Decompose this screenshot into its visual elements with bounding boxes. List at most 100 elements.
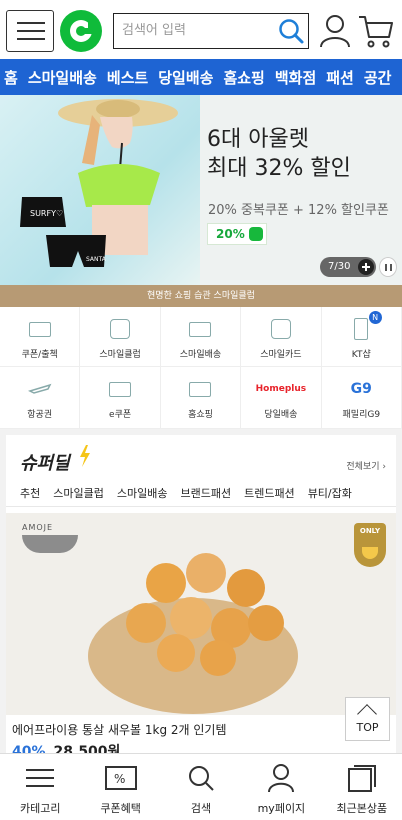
user-icon[interactable] xyxy=(318,13,352,49)
pause-icon[interactable] xyxy=(379,257,397,277)
bottom-tab-bar: 카테고리 % 쿠폰혜택 검색 my페이지 최근본상품 xyxy=(0,753,402,820)
shortcut-coupon[interactable]: 쿠폰/출첵 xyxy=(0,307,81,367)
shortcut-smileclub[interactable]: 스마일클럽 xyxy=(80,307,161,367)
nav-item-smile-delivery[interactable]: 스마일배송 xyxy=(28,67,97,88)
shortcut-ecoupon[interactable]: e쿠폰 xyxy=(80,367,161,429)
tab-brand-fashion[interactable]: 브랜드패션 xyxy=(180,485,231,501)
discount-badge-label: 20% xyxy=(216,227,245,241)
shortcut-label: 당일배송 xyxy=(264,410,298,420)
top-label: TOP xyxy=(356,721,379,734)
shortcut-kt-shop[interactable]: N KT샵 xyxy=(321,307,402,367)
shortcut-grid: 쿠폰/출첵 스마일클럽 스마일배송 스마일카드 N KT샵 항공권 e쿠폰 홈쇼… xyxy=(0,307,402,429)
airplane-icon xyxy=(27,378,53,400)
pager-count: 7/30 xyxy=(328,261,351,272)
nav-item-home[interactable]: 홈 xyxy=(4,67,18,88)
shortcut-airline[interactable]: 항공권 xyxy=(0,367,81,429)
plus-icon[interactable] xyxy=(358,259,374,275)
delivery-icon xyxy=(187,318,213,340)
bottom-tab-coupon[interactable]: % 쿠폰혜택 xyxy=(80,754,160,820)
card-icon xyxy=(268,318,294,340)
bottom-tab-label: 카테고리 xyxy=(19,802,61,815)
shortcut-label: 홈쇼핑 xyxy=(188,410,213,420)
bottom-tab-search[interactable]: 검색 xyxy=(161,754,241,820)
ecoupon-icon xyxy=(107,378,133,400)
tab-beauty[interactable]: 뷰티/잡화 xyxy=(308,485,352,501)
banner-pager[interactable]: 7/30 xyxy=(320,257,376,277)
shortcut-label: e쿠폰 xyxy=(109,410,132,420)
shirt-text: SURFY♡ xyxy=(30,209,63,218)
shortcut-label: 쿠폰/출첵 xyxy=(21,350,58,360)
bottom-tab-mypage[interactable]: my페이지 xyxy=(241,754,321,820)
tab-smile-delivery[interactable]: 스마일배송 xyxy=(117,485,168,501)
nav-item-department[interactable]: 백화점 xyxy=(275,67,316,88)
shortcut-label: KT샵 xyxy=(351,350,371,360)
superdeal-section: 슈퍼딜 전체보기 › 추천 스마일클럽 스마일배송 브랜드패션 트렌드패션 뷰티… xyxy=(6,435,396,760)
product-image[interactable]: AMOJE ONLY xyxy=(6,513,396,715)
shortcut-label: 항공권 xyxy=(27,410,53,420)
bottom-tab-label: my페이지 xyxy=(257,802,306,815)
shortcut-smile-delivery[interactable]: 스마일배송 xyxy=(160,307,242,367)
coupon-icon xyxy=(249,227,263,241)
banner-title-line2: 최대 32% 할인 xyxy=(207,156,351,181)
promo-banner[interactable]: SURFY♡ SANTA 6대 아울렛 최대 32% 할인 20% 중복쿠폰 +… xyxy=(0,95,402,285)
scroll-top-button[interactable]: TOP xyxy=(345,697,390,741)
bolt-icon xyxy=(80,445,90,467)
cart-icon[interactable] xyxy=(357,13,395,49)
bottom-tab-label: 검색 xyxy=(190,802,212,815)
nav-item-fashion[interactable]: 패션 xyxy=(326,67,354,88)
tab-recommend[interactable]: 추천 xyxy=(20,485,40,501)
shortcut-smile-card[interactable]: 스마일카드 xyxy=(241,307,322,367)
shortcut-label: 스마일배송 xyxy=(179,350,222,360)
shortcut-home-shopping[interactable]: 홈쇼핑 xyxy=(160,367,242,429)
brand-logo: AMOJE xyxy=(22,523,54,532)
shortcut-label: 스마일카드 xyxy=(260,350,302,360)
svg-text:%: % xyxy=(114,772,125,786)
search-icon xyxy=(188,766,214,791)
product-title[interactable]: 에어프라이용 통살 새우볼 1kg 2개 인기템 xyxy=(12,721,227,738)
homeplus-icon: Homeplus xyxy=(256,378,307,400)
nav-item-home-shopping[interactable]: 홈쇼핑 xyxy=(223,67,264,88)
discount-badge: 20% xyxy=(207,223,267,245)
search-icon[interactable] xyxy=(277,17,305,45)
shorts-text: SANTA xyxy=(86,256,107,263)
menu-icon[interactable] xyxy=(6,10,54,52)
main-nav: 홈 스마일배송 베스트 당일배송 홈쇼핑 백화점 패션 공간 xyxy=(0,59,402,95)
smile-club-strip[interactable]: 현명한 쇼핑 습관 스마일클럽 xyxy=(0,285,402,307)
smileclub-icon xyxy=(107,318,133,340)
banner-title-line1: 6대 아울렛 xyxy=(207,127,309,152)
nav-item-space[interactable]: 공간 xyxy=(364,67,392,88)
g9-icon: G9 xyxy=(348,378,374,400)
shrimp-balls-illustration xyxy=(126,553,284,676)
search-input[interactable] xyxy=(122,14,272,47)
bottom-tab-label: 쿠폰혜택 xyxy=(100,802,141,815)
homeplus-logo: Homeplus xyxy=(255,384,307,394)
superdeal-logo[interactable]: 슈퍼딜 xyxy=(20,449,70,475)
gmarket-logo[interactable] xyxy=(60,10,102,52)
user-icon xyxy=(268,764,295,793)
shortcut-label: 스마일클럽 xyxy=(99,350,141,360)
tab-trend-fashion[interactable]: 트렌드패션 xyxy=(244,485,295,501)
brand-logo-arc xyxy=(22,535,78,553)
bottom-tab-category[interactable]: 카테고리 xyxy=(0,754,80,820)
banner-subtitle: 20% 중복쿠폰 + 12% 할인쿠폰 xyxy=(208,203,389,218)
shortcut-family-g9[interactable]: G9 패밀리G9 xyxy=(321,367,402,429)
only-badge-label: ONLY xyxy=(359,527,381,535)
bottom-tab-recent[interactable]: 최근본상품 xyxy=(322,754,402,820)
shortcut-same-day[interactable]: Homeplus 당일배송 xyxy=(241,367,322,429)
bottom-tab-label: 최근본상품 xyxy=(336,802,388,815)
search-box[interactable] xyxy=(113,13,309,49)
tab-smileclub[interactable]: 스마일클럽 xyxy=(53,485,104,501)
menu-icon xyxy=(26,769,55,787)
coupon-icon: % xyxy=(104,766,137,790)
g9-logo: G9 xyxy=(350,381,372,397)
see-all-link[interactable]: 전체보기 › xyxy=(346,459,386,472)
superdeal-tabs: 추천 스마일클럽 스마일배송 브랜드패션 트렌드패션 뷰티/잡화 xyxy=(6,479,396,507)
coupon-icon xyxy=(27,318,53,340)
banner-title: 6대 아울렛 최대 32% 할인 xyxy=(207,125,351,183)
header xyxy=(0,0,402,62)
nav-item-best[interactable]: 베스트 xyxy=(107,67,148,88)
new-badge: N xyxy=(368,311,382,324)
shortcut-label: 패밀리G9 xyxy=(342,410,381,420)
nav-item-same-day[interactable]: 당일배송 xyxy=(158,67,213,88)
tv-icon xyxy=(187,378,213,400)
